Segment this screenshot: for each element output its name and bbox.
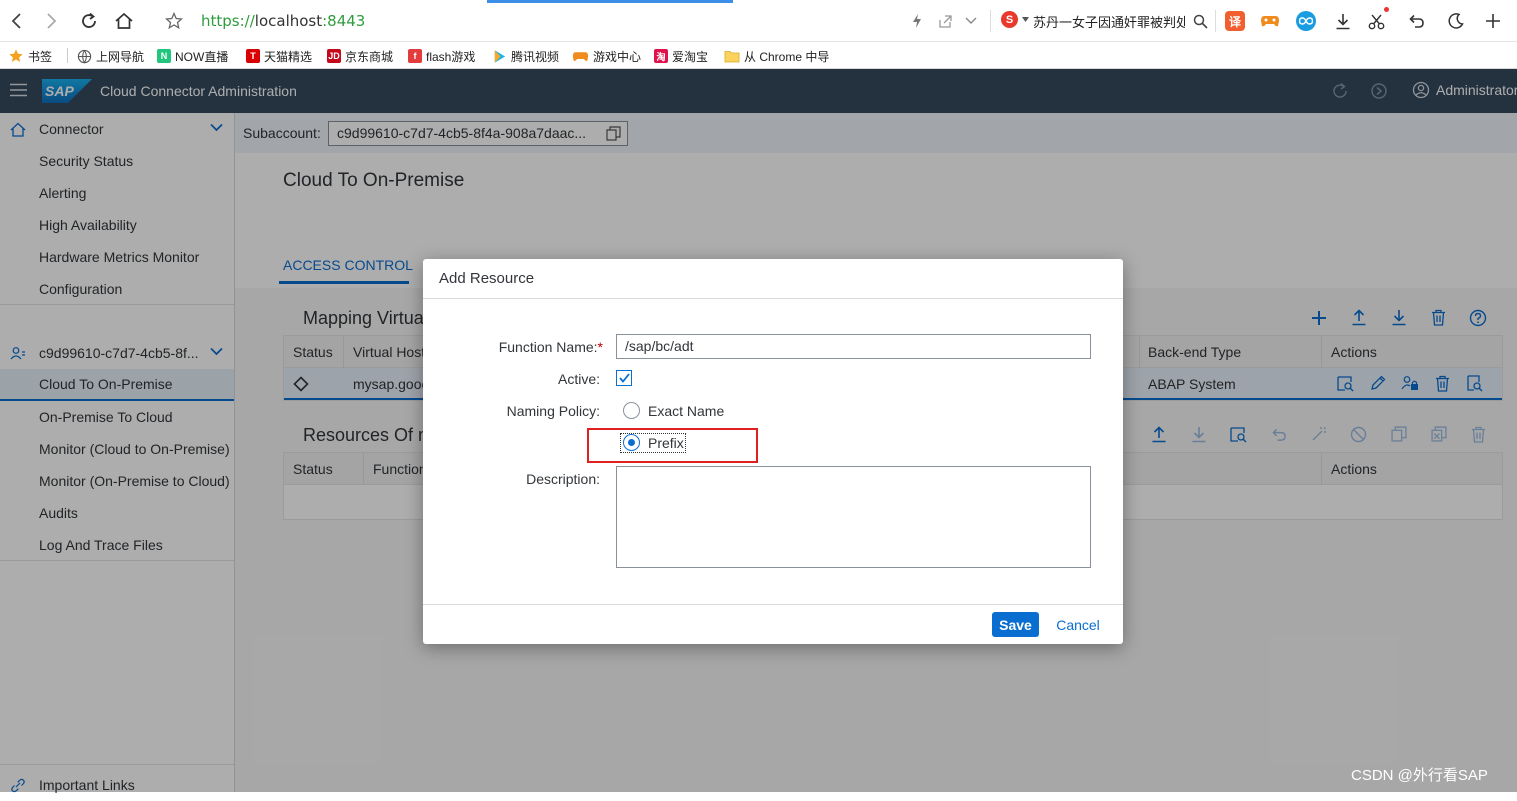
home-icon xyxy=(115,12,133,29)
bookmark-item[interactable]: 书签 xyxy=(8,46,52,66)
globe-icon xyxy=(77,49,92,64)
undo-icon xyxy=(1409,14,1424,28)
bookmarks-bar: 书签 上网导航 N NOW直播 T 天猫精选 JD 京东商城 f flash游戏… xyxy=(0,42,1517,69)
refresh-icon xyxy=(82,12,96,28)
bookmark-item[interactable]: 上网导航 xyxy=(77,46,144,66)
cancel-button[interactable]: Cancel xyxy=(1048,612,1108,637)
game-icon xyxy=(572,51,589,61)
share-icon xyxy=(939,15,952,28)
search-icon xyxy=(1193,14,1208,29)
chevron-right-icon xyxy=(47,13,57,29)
taobao-icon: 淘 xyxy=(654,49,668,63)
search-button[interactable] xyxy=(1189,10,1211,32)
description-label: Description: xyxy=(526,471,600,487)
reload-button[interactable] xyxy=(78,10,100,32)
bookmark-label: 腾讯视频 xyxy=(511,49,560,64)
function-name-label-text: Function Name: xyxy=(498,339,598,355)
description-textarea[interactable] xyxy=(616,466,1091,568)
lightning-button[interactable] xyxy=(906,10,928,32)
notification-dot xyxy=(1384,7,1389,12)
function-name-input[interactable]: /sap/bc/adt xyxy=(616,334,1091,359)
forward-button[interactable] xyxy=(40,10,62,32)
share-button[interactable] xyxy=(934,10,956,32)
search-engine-selector[interactable]: S xyxy=(1001,11,1029,28)
bookmark-item[interactable]: T 天猫精选 xyxy=(246,46,312,66)
url-port: :8443 xyxy=(322,12,366,30)
downloads-button[interactable] xyxy=(1332,10,1354,32)
bookmark-divider xyxy=(67,48,68,63)
address-bar[interactable]: https://localhost:8443 xyxy=(201,12,365,30)
bookmark-item[interactable]: f flash游戏 xyxy=(408,46,475,66)
star-icon xyxy=(9,49,23,63)
video-icon xyxy=(494,49,506,63)
chevron-down-icon xyxy=(965,17,977,24)
folder-icon xyxy=(724,50,740,62)
address-dropdown-button[interactable] xyxy=(960,10,982,32)
url-scheme: https:// xyxy=(201,12,255,30)
dialog-title: Add Resource xyxy=(439,270,535,287)
bookmark-label: 书签 xyxy=(28,49,53,64)
exact-name-label[interactable]: Exact Name xyxy=(648,403,724,419)
bookmark-label: 天猫精选 xyxy=(264,49,313,64)
toolbar-divider xyxy=(1215,10,1216,32)
tmall-icon: T xyxy=(246,49,260,63)
menu-button[interactable] xyxy=(1482,10,1504,32)
lightning-icon xyxy=(913,14,921,28)
bookmark-label: 爱淘宝 xyxy=(672,49,709,64)
url-host: localhost xyxy=(254,12,323,30)
translate-extension-icon[interactable]: 译 xyxy=(1225,11,1245,31)
add-resource-dialog: Add Resource Function Name:* /sap/bc/adt… xyxy=(423,259,1123,644)
bookmark-item[interactable]: JD 京东商城 xyxy=(327,46,393,66)
bookmark-star-button[interactable] xyxy=(163,10,185,32)
toolbar-divider xyxy=(990,10,991,32)
browser-toolbar: https://localhost:8443 S 苏丹一女子因通奸罪被判处 译 xyxy=(0,0,1517,42)
now-icon: N xyxy=(157,49,171,63)
active-checkbox[interactable] xyxy=(616,370,632,386)
checkmark-icon xyxy=(619,373,630,383)
sogou-search-icon: S xyxy=(1001,11,1018,28)
bookmark-label: 上网导航 xyxy=(96,49,145,64)
naming-policy-label: Naming Policy: xyxy=(506,403,600,419)
infinity-extension-icon[interactable] xyxy=(1296,11,1316,31)
star-outline-icon xyxy=(165,12,183,30)
bookmark-label: 游戏中心 xyxy=(593,49,642,64)
bookmark-item[interactable]: 从 Chrome 中导 xyxy=(724,46,829,66)
bookmark-label: flash游戏 xyxy=(426,49,476,64)
save-button[interactable]: Save xyxy=(992,612,1039,637)
highlight-annotation-box xyxy=(587,428,758,463)
bookmark-item[interactable]: 游戏中心 xyxy=(572,46,641,66)
function-name-label: Function Name:* xyxy=(423,339,603,355)
radio-exact-name[interactable] xyxy=(623,402,640,419)
required-mark: * xyxy=(597,339,603,355)
bookmark-label: NOW直播 xyxy=(175,49,229,64)
active-label: Active: xyxy=(557,371,600,387)
plus-icon xyxy=(1486,14,1500,28)
download-icon xyxy=(1336,13,1350,29)
jd-icon: JD xyxy=(327,49,341,63)
bookmark-item[interactable]: 淘 爱淘宝 xyxy=(654,46,708,66)
news-ticker[interactable]: 苏丹一女子因通奸罪被判处 xyxy=(1033,12,1185,31)
night-mode-button[interactable] xyxy=(1445,10,1467,32)
screenshot-button[interactable] xyxy=(1366,7,1389,32)
back-button[interactable] xyxy=(6,10,28,32)
bookmark-item[interactable]: N NOW直播 xyxy=(157,46,228,66)
bookmark-label: 从 Chrome 中导 xyxy=(744,49,830,64)
chevron-left-icon xyxy=(11,13,21,29)
flash-icon: f xyxy=(408,49,422,63)
home-button[interactable] xyxy=(113,10,135,32)
page-load-progress xyxy=(487,0,733,3)
bookmark-label: 京东商城 xyxy=(345,49,394,64)
dialog-header: Add Resource xyxy=(423,259,1123,299)
watermark: CSDN @外行看SAP xyxy=(1351,767,1488,784)
moon-icon xyxy=(1448,13,1464,29)
undo-close-tab-button[interactable] xyxy=(1405,10,1427,32)
bookmark-item[interactable]: 腾讯视频 xyxy=(492,46,559,66)
scissors-icon xyxy=(1368,14,1385,29)
caret-down-icon xyxy=(1022,17,1029,22)
gamepad-extension-icon[interactable] xyxy=(1260,11,1280,31)
